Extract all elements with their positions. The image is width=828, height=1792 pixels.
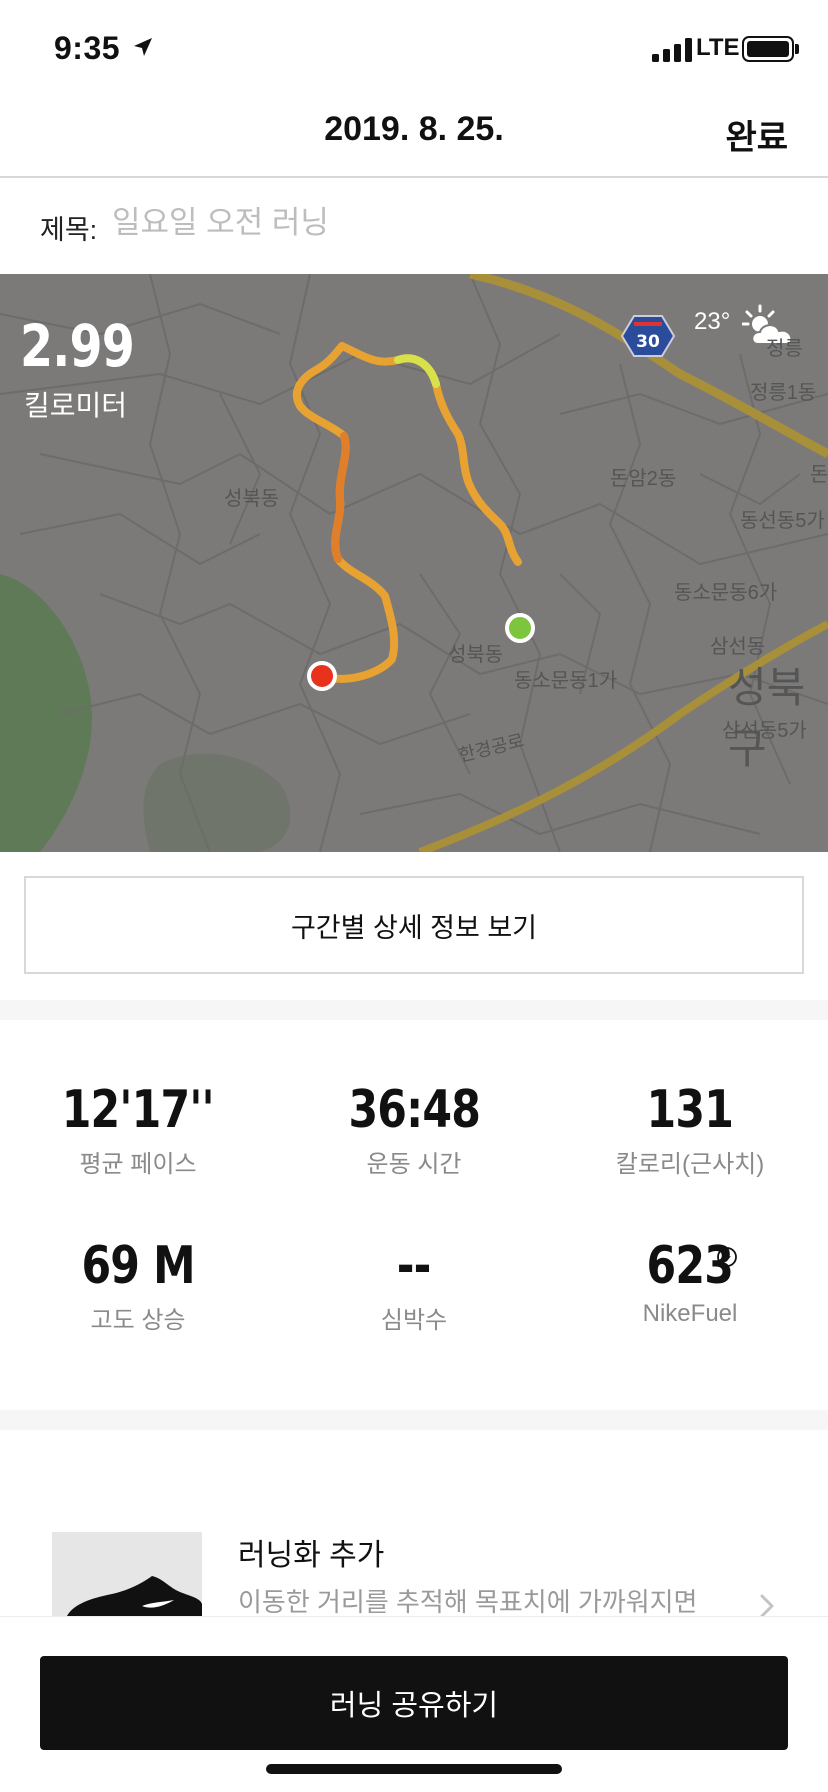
stat-elevation: 69 M 고도 상승 [0, 1236, 276, 1335]
running-shoe-icon [62, 1576, 202, 1622]
stat-duration: 36:48 운동 시간 [276, 1080, 552, 1179]
route-map[interactable]: 2.99 킬로미터 30 23° 정릉 정릉1동 돈암2동 돈 성북동 동선동5… [0, 274, 828, 852]
map-label: 삼선동5가 [722, 720, 807, 742]
run-title-row: 제목: [0, 180, 828, 274]
stat-elevation-label: 고도 상승 [90, 1307, 186, 1334]
battery-icon [742, 36, 794, 62]
stat-nikefuel: 623 NikeFuel [552, 1236, 828, 1328]
section-divider [0, 1410, 828, 1430]
distance-unit: 킬로미터 [24, 390, 128, 421]
map-label: 정릉1동 [750, 382, 817, 404]
stat-duration-label: 운동 시간 [366, 1151, 462, 1178]
route-end-marker [307, 661, 337, 691]
stat-pace-label: 평균 페이스 [79, 1151, 197, 1178]
add-shoe-title[interactable]: 러닝화 추가 [238, 1530, 384, 1574]
run-title-input[interactable] [112, 202, 792, 244]
road-sign-icon: 30 [620, 315, 676, 357]
network-type: LTE [696, 34, 740, 61]
shoe-thumbnail[interactable] [52, 1532, 202, 1622]
stat-heart-rate-label: 심박수 [380, 1307, 448, 1334]
cellular-signal-icon [652, 38, 692, 62]
nikefuel-icon [717, 1247, 737, 1267]
section-divider [0, 1000, 828, 1020]
stat-elevation-value: 69 M [81, 1236, 195, 1296]
weather-temperature: 23° [694, 308, 731, 335]
stat-heart-rate-value: -- [397, 1236, 432, 1296]
add-shoe-description: 이동한 거리를 추적해 목표치에 가까워지면 [238, 1587, 698, 1617]
share-run-button[interactable]: 러닝 공유하기 [40, 1656, 788, 1750]
map-label: 성북동 [224, 488, 280, 510]
stat-calories-value: 131 [646, 1080, 734, 1140]
stat-calories: 131 칼로리(근사치) [552, 1080, 828, 1179]
chevron-right-icon[interactable] [760, 1594, 774, 1618]
status-time: 9:35 [54, 30, 121, 66]
map-label: 돈암2동 [610, 468, 677, 490]
map-label: 정릉 [766, 338, 803, 360]
stat-nikefuel-label: NikeFuel [642, 1300, 738, 1327]
stat-calories-label: 칼로리(근사치) [615, 1151, 765, 1178]
location-arrow-icon [134, 38, 152, 56]
stat-duration-value: 36:48 [348, 1080, 480, 1140]
map-label: 동소문동6가 [674, 582, 778, 604]
map-label: 돈 [810, 464, 828, 486]
view-segments-button[interactable]: 구간별 상세 정보 보기 [24, 876, 804, 974]
title-label: 제목: [40, 215, 98, 245]
battery-cap [795, 44, 799, 54]
map-label: 성북동 [448, 644, 504, 666]
nav-bar: 2019. 8. 25. 완료 [0, 100, 828, 178]
status-bar: 9:35 LTE [0, 0, 828, 100]
home-indicator[interactable] [266, 1764, 562, 1774]
map-label: 동소문동1가 [514, 670, 618, 692]
route-start-marker [505, 613, 535, 643]
stat-pace-value: 12'17'' [61, 1080, 215, 1140]
map-label: 동선동5가 [740, 510, 825, 532]
done-button[interactable]: 완료 [725, 110, 788, 159]
nav-date-title: 2019. 8. 25. [324, 110, 504, 148]
stat-heart-rate: -- 심박수 [276, 1236, 552, 1335]
distance-value: 2.99 [20, 312, 135, 380]
svg-text:30: 30 [636, 332, 660, 352]
stat-pace: 12'17'' 평균 페이스 [0, 1080, 276, 1179]
